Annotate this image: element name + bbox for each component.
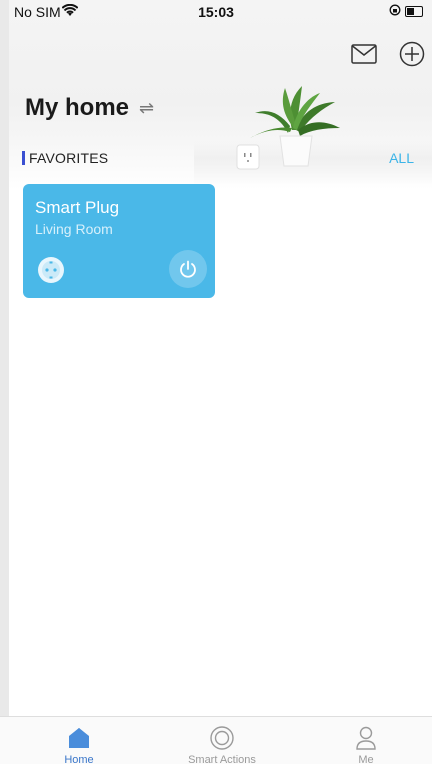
battery-icon: [405, 6, 423, 17]
tab-label-me: Me: [358, 754, 374, 764]
device-room: Living Room: [35, 221, 113, 237]
messages-button[interactable]: [350, 42, 378, 66]
tab-me[interactable]: Me: [311, 717, 421, 764]
plug-socket-icon: [38, 257, 64, 283]
orientation-lock-icon: [389, 4, 401, 16]
device-card-smart-plug[interactable]: Smart Plug Living Room: [23, 184, 215, 298]
mail-icon: [351, 44, 377, 64]
favorites-header: FAVORITES ALL: [22, 148, 414, 168]
smart-actions-icon: [210, 726, 234, 750]
tab-home[interactable]: Home: [24, 717, 134, 764]
bottom-tab-bar: Home Smart Actions Me: [0, 716, 432, 764]
all-devices-link[interactable]: ALL: [389, 150, 414, 166]
device-name: Smart Plug: [35, 198, 120, 217]
status-bar: No SIM 15:03: [0, 0, 432, 24]
favorites-accent-bar: [22, 151, 25, 165]
tab-label-home: Home: [64, 754, 94, 764]
clock: 15:03: [198, 4, 234, 20]
user-icon: [356, 726, 376, 750]
page-title: My home: [25, 94, 130, 121]
home-icon: [69, 728, 89, 748]
app-screen: No SIM 15:03 My home ⇌ FAVORITES ALL Sma…: [0, 0, 432, 764]
power-icon: [180, 260, 196, 278]
add-circle-icon: [399, 41, 425, 67]
power-toggle-button[interactable]: [169, 250, 207, 288]
tab-smart-actions[interactable]: Smart Actions: [167, 717, 277, 764]
tab-label-smart-actions: Smart Actions: [188, 754, 256, 764]
home-selector[interactable]: My home ⇌: [25, 90, 154, 126]
favorites-label: FAVORITES: [29, 150, 109, 166]
screen-edge: [0, 0, 9, 764]
add-device-button[interactable]: [398, 40, 426, 68]
switch-home-icon[interactable]: ⇌: [139, 98, 154, 119]
